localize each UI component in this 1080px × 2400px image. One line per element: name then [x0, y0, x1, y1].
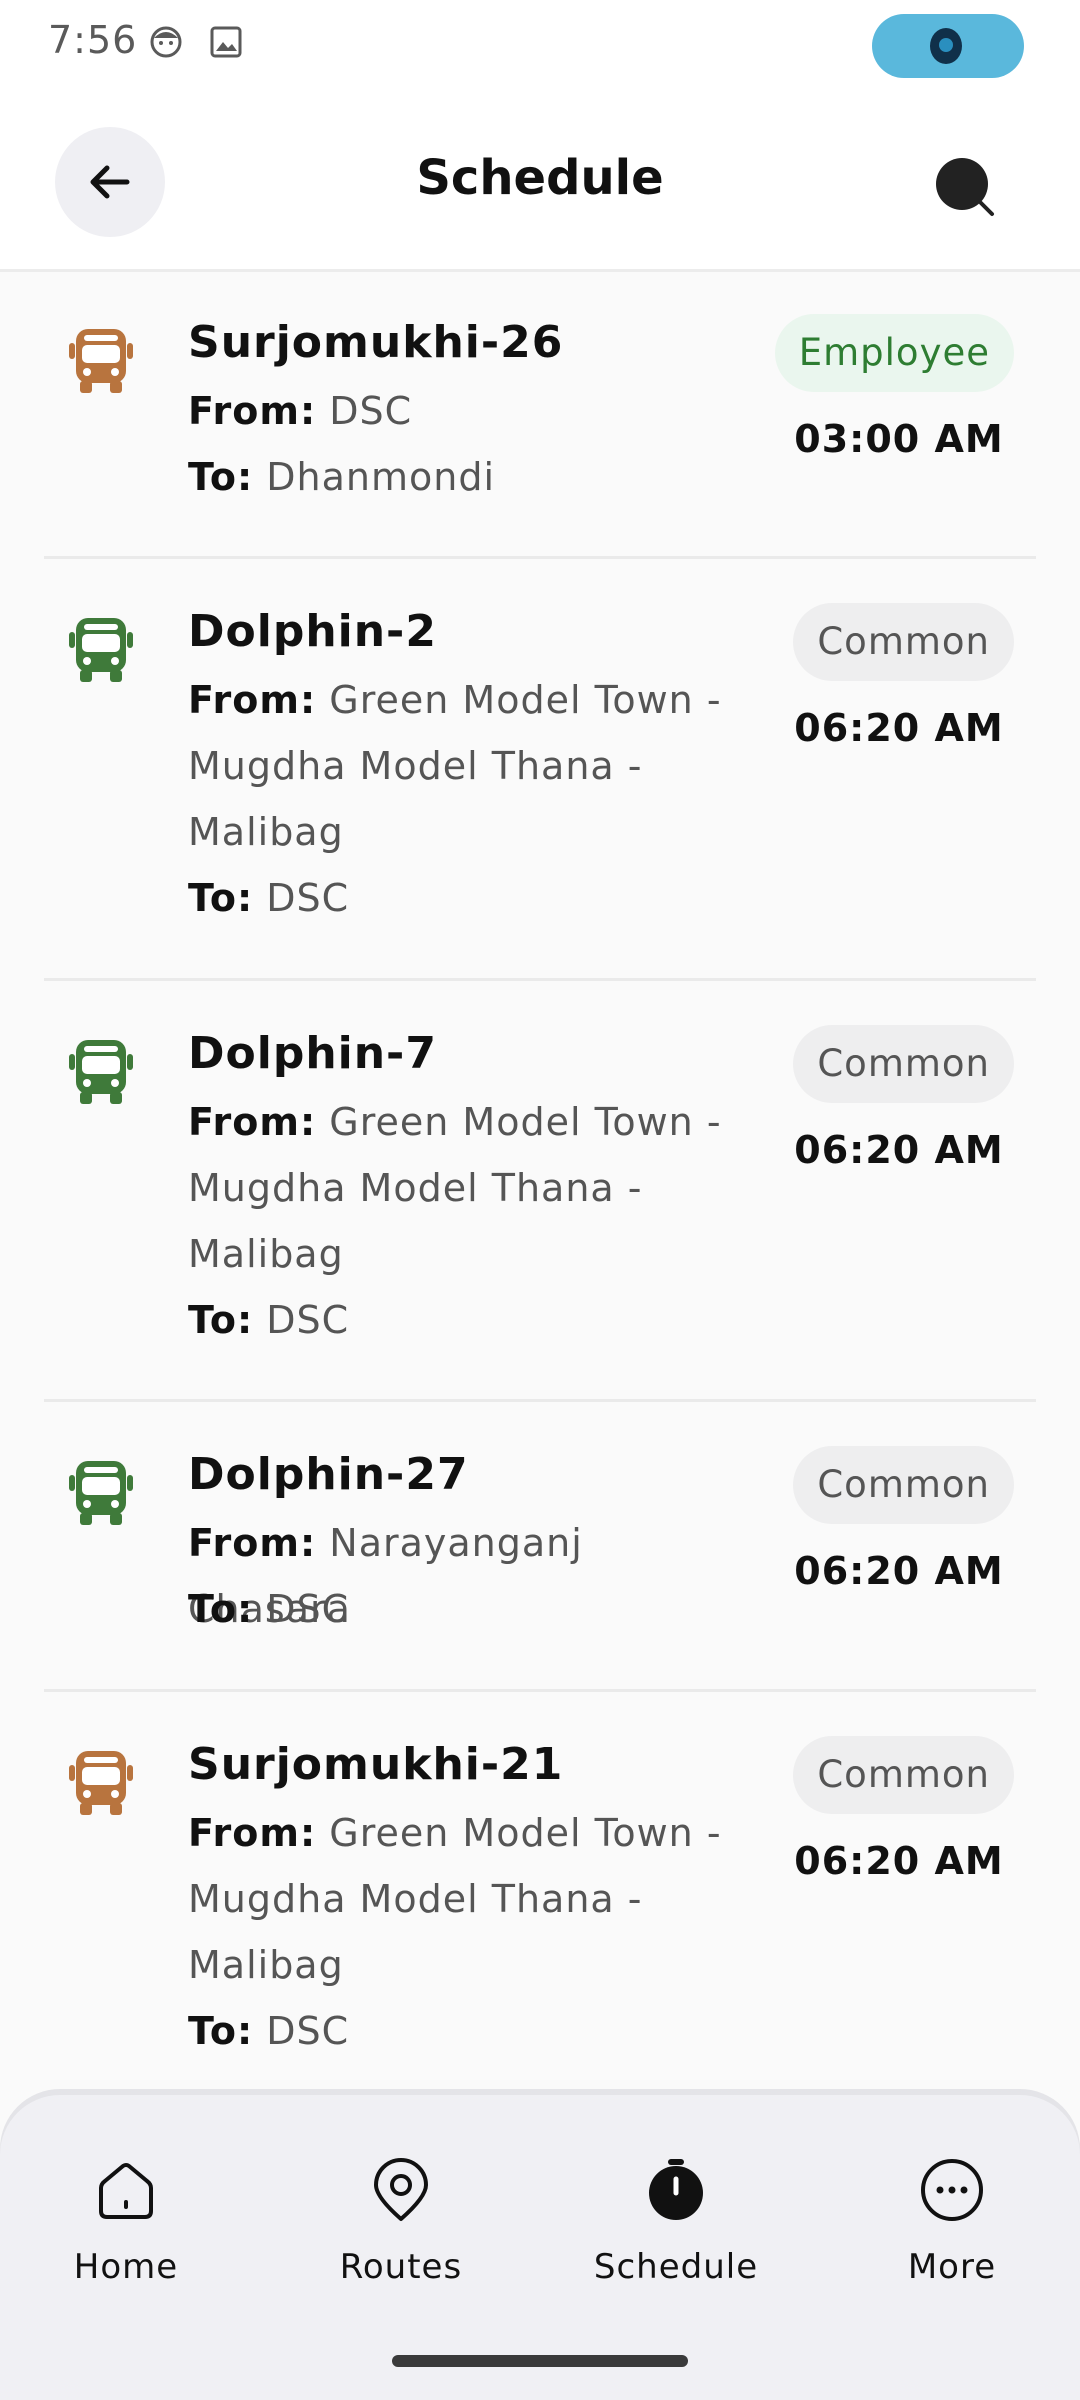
- type-badge: Common: [793, 1736, 1014, 1814]
- from-label: From:: [188, 1521, 317, 1565]
- departure-time: 06:20 AM: [794, 1839, 1004, 1883]
- camera-dot-icon: [930, 28, 962, 64]
- nav-label: Home: [73, 2247, 179, 2287]
- schedule-list: Surjomukhi-26 From: DSC To: Dhanmondi Em…: [0, 275, 1080, 2100]
- type-badge: Common: [793, 603, 1014, 681]
- home-icon: [99, 2163, 153, 2219]
- nav-item-more[interactable]: More: [842, 2155, 1062, 2287]
- nav-item-home[interactable]: Home: [16, 2155, 236, 2287]
- route-from: From: DSC: [188, 378, 758, 444]
- from-label: From:: [188, 1100, 317, 1144]
- home-indicator[interactable]: [392, 2355, 688, 2367]
- to-value: DSC: [266, 1298, 350, 1342]
- type-badge: Common: [793, 1446, 1014, 1524]
- type-badge: Common: [793, 1025, 1014, 1103]
- to-value: DSC: [266, 876, 350, 920]
- from-label: From:: [188, 678, 317, 722]
- more-dots-icon: [921, 2159, 983, 2221]
- nav-label: More: [907, 2247, 997, 2287]
- nav-item-routes[interactable]: Routes: [291, 2155, 511, 2287]
- nav-item-schedule[interactable]: Schedule: [566, 2155, 786, 2287]
- route-from: From: Green Model Town - Mugdha Model Th…: [188, 667, 758, 865]
- camera-indicator: [872, 14, 1024, 78]
- to-label: To:: [188, 455, 254, 499]
- schedule-card[interactable]: Dolphin-2 From: Green Model Town - Mugdh…: [44, 559, 1036, 981]
- route-to: To: DSC: [188, 1998, 758, 2064]
- bus-icon: [69, 1040, 133, 1104]
- departure-time: 06:20 AM: [794, 1549, 1004, 1593]
- bus-icon: [69, 1461, 133, 1525]
- status-time: 7:56: [48, 18, 138, 62]
- route-to: To: Dhanmondi: [188, 444, 758, 510]
- from-value: DSC: [329, 389, 413, 433]
- bus-name: Dolphin-2: [188, 606, 437, 657]
- route-to: To: DSC: [188, 1576, 758, 1642]
- app-bar: Schedule: [0, 88, 1080, 272]
- schedule-card[interactable]: Dolphin-27 From: Narayanganj Chasara To:…: [44, 1402, 1036, 1692]
- schedule-card[interactable]: Surjomukhi-26 From: DSC To: Dhanmondi Em…: [44, 275, 1036, 559]
- face-icon: [150, 26, 182, 58]
- bus-name: Surjomukhi-21: [188, 1739, 564, 1790]
- schedule-card[interactable]: Dolphin-7 From: Green Model Town - Mugdh…: [44, 981, 1036, 1402]
- departure-time: 06:20 AM: [794, 706, 1004, 750]
- bus-name: Dolphin-7: [188, 1028, 437, 1079]
- schedule-card[interactable]: Surjomukhi-21 From: Green Model Town - M…: [44, 1692, 1036, 2100]
- departure-time: 06:20 AM: [794, 1128, 1004, 1172]
- to-label: To:: [188, 1587, 254, 1631]
- route-to: To: DSC: [188, 1287, 758, 1353]
- bus-icon: [69, 1751, 133, 1815]
- to-value: DSC: [266, 2009, 350, 2053]
- status-bar: 7:56: [0, 0, 1080, 88]
- to-label: To:: [188, 876, 254, 920]
- stopwatch-icon: [649, 2159, 703, 2220]
- to-label: To:: [188, 2009, 254, 2053]
- departure-time: 03:00 AM: [794, 417, 1004, 461]
- bus-icon: [69, 618, 133, 682]
- to-value: Dhanmondi: [266, 455, 496, 499]
- route-from: From: Green Model Town - Mugdha Model Th…: [188, 1089, 758, 1287]
- image-icon: [210, 26, 242, 58]
- page-title: Schedule: [416, 150, 664, 206]
- to-value: DSC: [266, 1587, 350, 1631]
- type-badge: Employee: [774, 314, 1014, 392]
- search-icon[interactable]: [930, 152, 1000, 222]
- location-pin-icon: [374, 2158, 428, 2221]
- route-from: From: Green Model Town - Mugdha Model Th…: [188, 1800, 758, 1998]
- bus-name: Dolphin-27: [188, 1449, 469, 1500]
- nav-label: Schedule: [593, 2247, 759, 2287]
- bus-icon: [69, 329, 133, 393]
- from-label: From:: [188, 1811, 317, 1855]
- route-to: To: DSC: [188, 865, 758, 931]
- nav-label: Routes: [339, 2247, 463, 2287]
- bus-name: Surjomukhi-26: [188, 317, 564, 368]
- to-label: To:: [188, 1298, 254, 1342]
- from-label: From:: [188, 389, 317, 433]
